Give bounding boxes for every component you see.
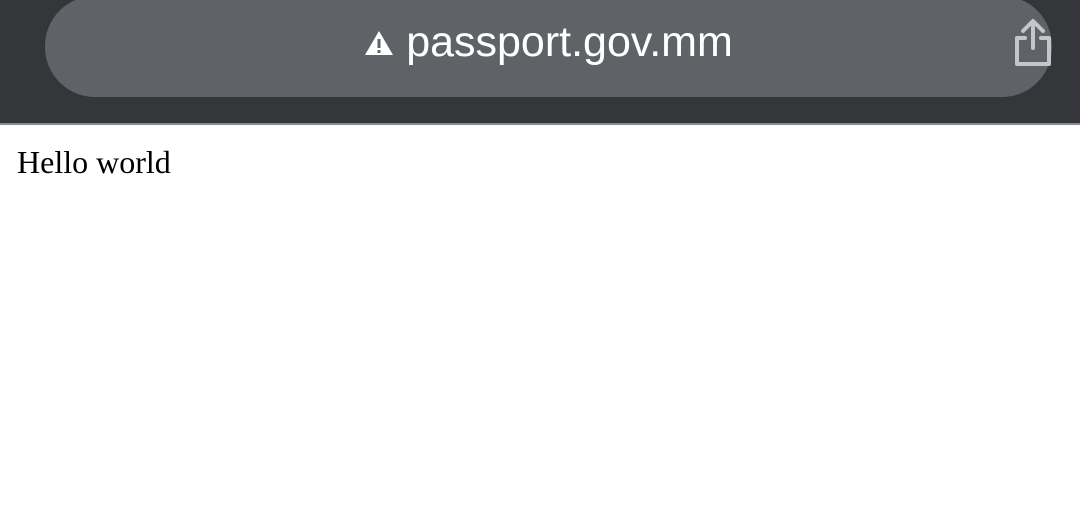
url-text: passport.gov.mm	[406, 18, 733, 66]
address-bar[interactable]: passport.gov.mm	[45, 0, 1052, 97]
browser-toolbar: passport.gov.mm	[0, 0, 1080, 125]
warning-triangle-icon[interactable]	[364, 16, 394, 68]
page-body-text: Hello world	[17, 144, 171, 180]
url-display[interactable]: passport.gov.mm	[45, 16, 1052, 71]
share-icon[interactable]	[1011, 18, 1055, 68]
